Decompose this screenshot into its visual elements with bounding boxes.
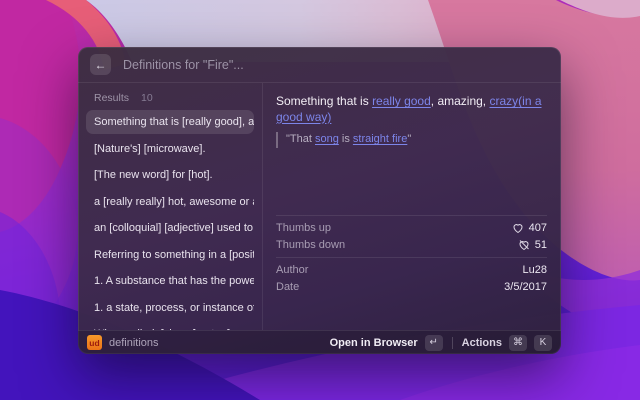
window-body: Results 10 Something that is [really goo… (78, 83, 561, 330)
open-in-browser-button[interactable]: Open in Browser (330, 337, 418, 349)
thumbs-up-row: Thumbs up 407 (276, 219, 547, 237)
author-label: Author (276, 263, 309, 276)
definition-text: Something that is really good, amazing, … (276, 94, 542, 124)
thumbs-down-label: Thumbs down (276, 239, 346, 252)
results-count: 10 (141, 92, 153, 104)
meta-section: Author Lu28 Date 3/5/2017 (276, 257, 547, 299)
quote-link[interactable]: song (315, 133, 339, 145)
results-label: Results (94, 92, 130, 104)
quote-link[interactable]: straight fire (353, 133, 407, 145)
list-item[interactable]: 1. A substance that has the power t... (86, 269, 254, 293)
results-header: Results 10 (86, 90, 254, 110)
footer-separator (451, 336, 453, 349)
command-name: definitions (109, 336, 159, 349)
urban-dictionary-icon: ud (87, 335, 102, 350)
detail-spacer (276, 148, 547, 215)
actions-button[interactable]: Actions (462, 337, 502, 349)
heart-slash-icon (519, 240, 529, 251)
date-value: 3/5/2017 (504, 281, 547, 294)
definition-link[interactable]: crazy (489, 94, 518, 108)
detail-pane: Something that is really good, amazing, … (263, 83, 561, 330)
heart-icon (513, 223, 523, 233)
results-pane: Results 10 Something that is [really goo… (78, 83, 263, 330)
k-key-icon[interactable]: K (534, 334, 552, 351)
list-item[interactable]: [The new word] for [hot]. (86, 163, 254, 187)
date-label: Date (276, 281, 300, 294)
author-value: Lu28 (522, 263, 547, 276)
list-item[interactable]: When yelled, [clears] out a [crowded... (86, 322, 254, 330)
detail-bottom-pad (276, 299, 547, 330)
thumbs-up-label: Thumbs up (276, 221, 332, 234)
list-item[interactable]: a [really really] hot, awesome or ama... (86, 190, 254, 214)
return-key-icon[interactable]: ↵ (424, 334, 443, 351)
thumbs-up-value: 407 (528, 221, 547, 234)
command-key-icon[interactable]: ⌘ (509, 334, 527, 351)
author-row: Author Lu28 (276, 261, 547, 279)
example-quote: "That song is straight fire" (276, 132, 547, 149)
stats-section: Thumbs up 407 Thumbs down 51 (276, 215, 547, 257)
back-button[interactable]: ← (90, 54, 111, 75)
thumbs-down-value: 51 (534, 239, 547, 252)
launcher-window: ← Definitions for "Fire"... Results 10 S… (78, 47, 561, 354)
results-list: Something that is [really good], ama... [… (86, 110, 254, 330)
list-item[interactable]: [Nature's] [microwave]. (86, 137, 254, 161)
titlebar: ← Definitions for "Fire"... (78, 47, 561, 83)
definition-link[interactable]: really good (372, 94, 431, 108)
back-arrow-icon: ← (94, 57, 107, 72)
list-item[interactable]: Referring to something in a [positive... (86, 243, 254, 267)
page-title: Definitions for "Fire"... (123, 57, 244, 72)
date-row: Date 3/5/2017 (276, 279, 547, 297)
footer-bar: ud definitions Open in Browser ↵ Actions… (78, 330, 561, 354)
thumbs-down-row: Thumbs down 51 (276, 237, 547, 255)
list-item[interactable]: Something that is [really good], ama... (86, 110, 254, 134)
list-item[interactable]: an [colloquial] [adjective] used to de..… (86, 216, 254, 240)
list-item[interactable]: 1. a state, process, or instance of [co.… (86, 296, 254, 320)
